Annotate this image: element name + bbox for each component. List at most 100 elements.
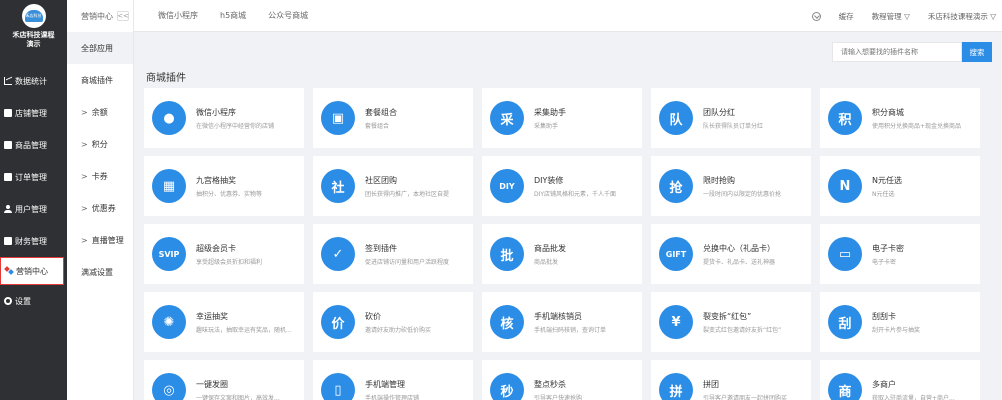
plugin-desc: DIY店铺风格和元素，千人千面: [534, 190, 617, 198]
marketing-icon: [5, 267, 13, 275]
plugin-card[interactable]: 拼拼团 引导客户邀请朋友一起拼团购买: [651, 360, 811, 400]
plugin-text: 套餐组合 套餐组合: [365, 107, 470, 130]
chevron-right-icon: >: [81, 203, 88, 213]
plugin-grid: ● 微信小程序 在微信小程序中经营你的店铺 ▣ 套餐组合 套餐组合采采集助手 采集助手队团队…: [144, 88, 980, 400]
sidebar-item-6[interactable]: 营销中心: [0, 257, 64, 285]
sub-nav-label: 优惠券: [91, 203, 116, 213]
plugin-text: 电子卡密 电子卡密: [872, 243, 977, 266]
sub-nav-item-3[interactable]: > 积分: [67, 128, 133, 160]
sidebar-item-0[interactable]: 数据统计: [0, 65, 67, 97]
plugin-name: 九宫格抽奖: [196, 175, 236, 185]
collapse-button[interactable]: <<: [117, 11, 129, 21]
brand-name-line2: 演示: [26, 40, 41, 48]
plugin-desc: 套餐组合: [365, 122, 390, 130]
top-right: 缓存 教程管理 ▽ 禾店科技课程演示 ▽: [811, 0, 1002, 32]
sub-nav-item-2[interactable]: > 余额: [67, 96, 133, 128]
finance-icon: [4, 237, 12, 245]
sidebar-item-5[interactable]: 财务管理: [0, 225, 67, 257]
cache-link[interactable]: 缓存: [839, 11, 854, 22]
ecard-icon: ▭: [828, 237, 862, 271]
search-button[interactable]: 搜索: [962, 42, 992, 62]
plugin-card[interactable]: ● 微信小程序 在微信小程序中经营你的店铺: [144, 88, 304, 148]
sub-nav-label: 卡券: [91, 171, 108, 181]
plugin-card[interactable]: ¥ 裂变拆“红包” 裂变式红包邀请好友拆“红包”: [651, 292, 811, 352]
plugin-desc: 一键保存文案和图片，高效发...: [196, 394, 280, 400]
store-dropdown[interactable]: 禾店科技课程演示 ▽: [928, 11, 996, 22]
plugin-card[interactable]: 商多商户 获取入驻商流量，自营+商户...: [820, 360, 980, 400]
plugin-card[interactable]: GIFT 兑换中心（礼品卡） 提货卡、礼品卡、送礼神器: [651, 224, 811, 284]
brand-logo-icon: 禾店科技: [21, 4, 46, 28]
plugin-card[interactable]: 价砍价 邀请好友助力砍低价购买: [313, 292, 473, 352]
plugin-text: 签到插件 促进店铺访问量和用户活跃程度: [365, 243, 470, 266]
plugin-card[interactable]: ▣ 套餐组合 套餐组合: [313, 88, 473, 148]
plugin-card[interactable]: 秒整点秒杀 引导客户快速抢购: [482, 360, 642, 400]
sub-nav-item-5[interactable]: > 优惠券: [67, 192, 133, 224]
plugin-card[interactable]: 队团队分红 队长获得队员订单分红: [651, 88, 811, 148]
main-sidebar: 禾店科技 禾店科技课程 演示 数据统计店铺管理 商品管理订单管理用户管理 财务管理营…: [0, 0, 67, 400]
share-icon: ◎: [152, 373, 186, 400]
plugin-name: 团队分红: [703, 107, 735, 117]
collect-icon: 采: [490, 101, 524, 135]
plugin-card[interactable]: 刮刮刮卡 刮开卡片参与抽奖: [820, 292, 980, 352]
plugin-card[interactable]: ✺ 幸运抽奖 趣味玩法，抽取幸运有奖品，随机...: [144, 292, 304, 352]
plugin-card[interactable]: 核手机端核销员 手机端扫码核销，查询订单: [482, 292, 642, 352]
plugin-text: 整点秒杀 引导客户快速抢购: [534, 379, 639, 400]
plugin-text: 刮刮卡 刮开卡片参与抽奖: [872, 311, 977, 334]
sidebar-item-1[interactable]: 店铺管理: [0, 97, 67, 129]
settings-icon: [4, 297, 12, 305]
plugin-text: 商品批发 商品批发: [534, 243, 639, 266]
top-nav-tab-2[interactable]: 公众号商城: [268, 10, 308, 21]
red-packet-icon: ¥: [659, 305, 693, 339]
plugin-card[interactable]: DIY DIY装修 DIY店铺风格和元素，千人千面: [482, 156, 642, 216]
plugin-card[interactable]: ◎ 一键发圈 一键保存文案和图片，高效发...: [144, 360, 304, 400]
plugin-text: 拼团 引导客户邀请朋友一起拼团购买: [703, 379, 808, 400]
download-icon[interactable]: [811, 11, 821, 21]
plugin-card[interactable]: ▭ 电子卡密 电子卡密: [820, 224, 980, 284]
plugin-card[interactable]: 批商品批发 商品批发: [482, 224, 642, 284]
chevron-right-icon: >: [81, 107, 88, 117]
plugin-card[interactable]: SVIP 超级会员卡 享受超级会员折扣和福利: [144, 224, 304, 284]
plugin-desc: 促进店铺访问量和用户活跃程度: [365, 258, 450, 266]
sub-nav-label: 直播管理: [91, 235, 124, 245]
plugin-name: 手机端管理: [365, 379, 405, 389]
plugin-desc: 裂变式红包邀请好友拆“红包”: [703, 326, 782, 334]
plugin-card[interactable]: ▯ 手机端管理 手机端操作管理店铺: [313, 360, 473, 400]
plugin-card[interactable]: ✓ 签到插件 促进店铺访问量和用户活跃程度: [313, 224, 473, 284]
plugin-card[interactable]: 积积分商城 使用积分兑换商品+现金兑换商品: [820, 88, 980, 148]
sub-nav-item-4[interactable]: > 卡券: [67, 160, 133, 192]
plugin-text: 兑换中心（礼品卡） 提货卡、礼品卡、送礼神器: [703, 243, 808, 266]
top-nav-tab-0[interactable]: 微信小程序: [158, 10, 198, 21]
admin-dropdown[interactable]: 教程管理 ▽: [872, 11, 910, 22]
sidebar-item-3[interactable]: 订单管理: [0, 161, 67, 193]
team-icon: 队: [659, 101, 693, 135]
sidebar-item-label: 数据统计: [15, 76, 47, 86]
sidebar-item-label: 订单管理: [15, 172, 47, 182]
plugin-card[interactable]: 社社区团购 团长获得内推广，本地社区自提: [313, 156, 473, 216]
group-buy-icon: 拼: [659, 373, 693, 400]
sub-nav-item-1[interactable]: 商城插件: [67, 64, 133, 96]
chevron-right-icon: >: [81, 139, 88, 149]
brand[interactable]: 禾店科技 禾店科技课程 演示: [0, 0, 67, 65]
sidebar-item-7[interactable]: 设置: [0, 285, 67, 317]
plugin-card[interactable]: N N元任选 N元任选: [820, 156, 980, 216]
sub-nav-item-0[interactable]: 全部应用: [67, 32, 133, 64]
plugin-card[interactable]: 抢限时抢购 一段时间内以限定的优惠价抢: [651, 156, 811, 216]
plugin-card[interactable]: ▦ 九宫格抽奖 抽积分、优惠券、实物等: [144, 156, 304, 216]
top-nav-tab-1[interactable]: h5商城: [220, 10, 246, 21]
community-icon: 社: [321, 169, 355, 203]
plugin-name: 套餐组合: [365, 107, 397, 117]
section-title: 商城插件: [146, 73, 186, 84]
plugin-desc: 享受超级会员折扣和福利: [196, 258, 263, 266]
plugin-desc: 手机端操作管理店铺: [365, 394, 420, 400]
main-nav: 数据统计店铺管理 商品管理订单管理用户管理 财务管理 营销中心 设置: [0, 65, 67, 317]
search-input[interactable]: [832, 42, 962, 62]
plugin-name: 刮刮卡: [872, 311, 896, 321]
sub-nav-item-7[interactable]: 满减设置: [67, 256, 133, 288]
sidebar-item-4[interactable]: 用户管理: [0, 193, 67, 225]
sidebar-item-2[interactable]: 商品管理: [0, 129, 67, 161]
sub-nav-item-6[interactable]: > 直播管理: [67, 224, 133, 256]
plugin-name: 微信小程序: [196, 107, 236, 117]
plugin-card[interactable]: 采采集助手 采集助手: [482, 88, 642, 148]
store-icon: [4, 109, 12, 117]
sub-sidebar: 营销中心 << 全部应用 商城插件 > 余额 > 积分 > 卡券 > 优惠券 > 直播管理 满减设置: [67, 0, 134, 400]
